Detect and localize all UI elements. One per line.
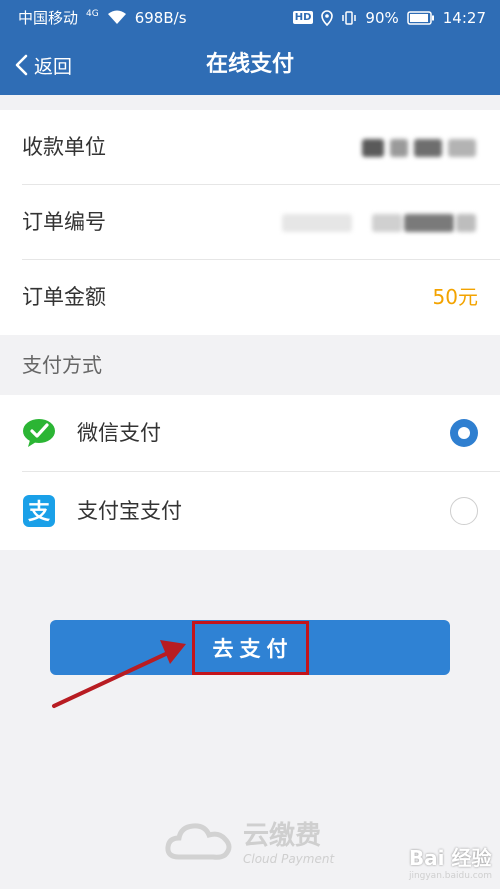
- order-number-label: 订单编号: [22, 210, 106, 234]
- wifi-icon: [107, 10, 127, 25]
- order-info-card: 收款单位 订单编号 订单金额 50元: [0, 110, 500, 335]
- back-button[interactable]: 返回: [14, 35, 72, 95]
- chevron-left-icon: [14, 54, 28, 76]
- page-title: 在线支付: [205, 52, 294, 77]
- back-label: 返回: [34, 55, 73, 78]
- nav-bar: 返回 在线支付: [0, 35, 500, 95]
- hd-badge: HD: [292, 11, 314, 24]
- alipay-icon: 支: [22, 494, 56, 528]
- brand-name: 云缴费: [243, 821, 322, 851]
- location-icon: [321, 9, 334, 26]
- amount-value: 50元: [432, 285, 478, 309]
- wechat-pay-label: 微信支付: [77, 421, 161, 445]
- payment-method-heading: 支付方式: [22, 353, 102, 377]
- wechat-pay-icon: [22, 416, 56, 450]
- battery-percent: 90%: [365, 8, 399, 27]
- payee-label: 收款单位: [22, 135, 106, 159]
- footer-logo: 云缴费 Cloud Payment: [165, 815, 334, 866]
- pay-button[interactable]: 去支付: [50, 620, 450, 675]
- payee-row: 收款单位: [0, 110, 500, 185]
- clock: 14:27: [442, 8, 486, 27]
- brand-english: Cloud Payment: [243, 852, 335, 866]
- network-label: 4G: [86, 8, 99, 19]
- cloud-icon: [165, 819, 235, 863]
- network-speed: 698B/s: [134, 8, 187, 27]
- payment-methods-list: 微信支付 支 支付宝支付: [0, 395, 500, 550]
- payment-option-wechat[interactable]: 微信支付: [0, 395, 500, 472]
- alipay-radio-unselected[interactable]: [450, 497, 478, 525]
- payment-option-alipay[interactable]: 支 支付宝支付: [0, 473, 500, 550]
- status-bar: 中国移动 4G 698B/s HD 90% 14:27: [0, 0, 500, 35]
- amount-row: 订单金额 50元: [0, 260, 500, 335]
- svg-text:支: 支: [28, 500, 51, 525]
- pay-button-label: 去支付: [191, 620, 309, 675]
- order-number-row: 订单编号: [0, 185, 500, 260]
- alipay-label: 支付宝支付: [77, 499, 182, 523]
- watermark: Bai 经验 jingyan.baidu.com: [409, 842, 492, 881]
- wechat-pay-radio-selected[interactable]: [450, 419, 478, 447]
- watermark-text: Bai 经验: [408, 846, 492, 870]
- watermark-url: jingyan.baidu.com: [408, 871, 492, 881]
- carrier-label: 中国移动: [18, 9, 79, 27]
- amount-label: 订单金额: [22, 285, 106, 309]
- vibrate-icon: [341, 10, 357, 26]
- battery-icon: [407, 10, 435, 25]
